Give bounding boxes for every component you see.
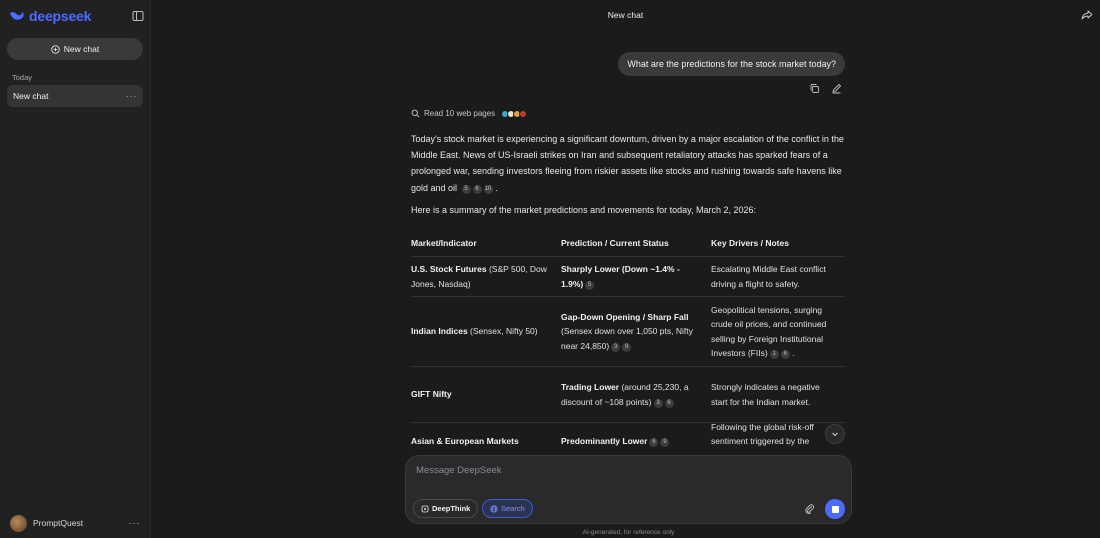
atom-icon: [421, 505, 429, 512]
table-header: Key Drivers / Notes: [711, 237, 789, 248]
table-row: U.S. Stock Futures (S&P 500, Dow Jones, …: [411, 257, 845, 297]
table-cell-drivers: Escalating Middle East conflict driving …: [711, 264, 826, 289]
paperclip-icon[interactable]: [804, 503, 815, 514]
avatar: [10, 514, 27, 532]
table-cell-drivers: Strongly indicates a negative start for …: [711, 382, 820, 407]
ai-disclaimer: AI-generated, for reference only: [582, 529, 675, 536]
chevron-down-icon: [832, 432, 838, 437]
user-more-icon[interactable]: ···: [129, 518, 141, 529]
copy-icon[interactable]: [809, 83, 820, 94]
username: PromptQuest: [33, 518, 84, 528]
citation-badge[interactable]: 10: [483, 184, 493, 194]
citation-badge[interactable]: 5: [461, 184, 471, 194]
read-pages-label: Read 10 web pages: [424, 109, 496, 118]
sidebar: deepseek New chat Today New chat ··· Pro…: [0, 0, 151, 538]
plus-circle-icon: [51, 44, 60, 54]
summary-line: Here is a summary of the market predicti…: [411, 205, 756, 215]
table-cell-prediction: Sharply Lower (Down ~1.4% - 1.9%) 5: [561, 264, 680, 290]
message-input[interactable]: [416, 465, 836, 476]
answer-end: .: [495, 182, 498, 193]
table-cell-market: Asian & European Markets: [411, 436, 519, 446]
user-profile[interactable]: PromptQuest ···: [10, 514, 140, 532]
edit-icon[interactable]: [831, 83, 842, 94]
citation-badge[interactable]: 9: [660, 438, 670, 447]
predictions-table: Market/Indicator Prediction / Current St…: [411, 230, 845, 479]
more-options-icon[interactable]: ···: [126, 91, 138, 102]
deepseek-logo[interactable]: deepseek: [9, 8, 91, 24]
answer-paragraph: Today's stock market is experiencing a s…: [411, 131, 845, 196]
user-message: What are the predictions for the stock m…: [618, 52, 845, 76]
table-cell-market: GIFT Nifty: [411, 389, 452, 400]
stop-icon: [831, 505, 839, 513]
search-label: Search: [501, 504, 525, 513]
source-favicons: [501, 109, 528, 118]
share-icon[interactable]: [1081, 9, 1093, 21]
history-section-today: Today: [12, 73, 33, 82]
globe-icon: [490, 504, 498, 513]
citation-badge[interactable]: 3: [611, 342, 621, 352]
table-cell-prediction: Trading Lower (around 25,230, a discount…: [561, 382, 689, 408]
new-chat-button[interactable]: New chat: [7, 38, 143, 60]
table-cell-drivers: Geopolitical tensions, surging crude oil…: [711, 304, 827, 359]
stop-generation-button[interactable]: [825, 499, 845, 519]
citation-badge[interactable]: 3: [653, 398, 663, 408]
history-item-label: New chat: [13, 91, 49, 101]
table-row: GIFT Nifty Trading Lower (around 25,230,…: [411, 367, 845, 423]
citation-badge[interactable]: 6: [649, 438, 659, 447]
history-item-new-chat[interactable]: New chat ···: [7, 85, 143, 107]
search-toggle[interactable]: Search: [482, 499, 533, 518]
message-composer: DeepThink Search: [405, 455, 852, 524]
brand-wordmark: deepseek: [29, 8, 92, 24]
favicon-icon: [519, 109, 528, 118]
citation-badge[interactable]: 1: [769, 349, 779, 359]
table-cell-market: Indian Indices (Sensex, Nifty 50): [411, 326, 538, 337]
sidebar-toggle-icon[interactable]: [132, 10, 144, 22]
answer-text: Today's stock market is experiencing a s…: [411, 134, 844, 193]
chat-title: New chat: [607, 10, 644, 20]
table-header: Prediction / Current Status: [561, 237, 669, 248]
table-header: Market/Indicator: [411, 237, 477, 248]
deepthink-label: DeepThink: [432, 504, 471, 513]
citation-badge[interactable]: 6: [664, 398, 674, 408]
scroll-to-bottom-button[interactable]: [825, 424, 845, 444]
table-cell-prediction: Predominantly Lower 6 9: [561, 423, 711, 448]
citation-badge[interactable]: 6: [780, 349, 790, 359]
citation-badge[interactable]: 6: [472, 184, 482, 194]
deepthink-toggle[interactable]: DeepThink: [413, 499, 479, 518]
search-icon: [411, 109, 420, 118]
message-actions: [809, 83, 842, 94]
web-search-status[interactable]: Read 10 web pages: [411, 109, 528, 118]
whale-logo-icon: [10, 12, 24, 20]
table-row: Indian Indices (Sensex, Nifty 50) Gap-Do…: [411, 297, 845, 367]
table-cell-prediction: Gap-Down Opening / Sharp Fall (Sensex do…: [561, 311, 693, 352]
citation-badge[interactable]: 5: [585, 280, 595, 290]
new-chat-label: New chat: [63, 44, 100, 54]
table-cell-market: U.S. Stock Futures (S&P 500, Dow Jones, …: [411, 264, 547, 289]
citation-badge[interactable]: 9: [622, 342, 632, 352]
table-header-row: Market/Indicator Prediction / Current St…: [411, 230, 845, 257]
